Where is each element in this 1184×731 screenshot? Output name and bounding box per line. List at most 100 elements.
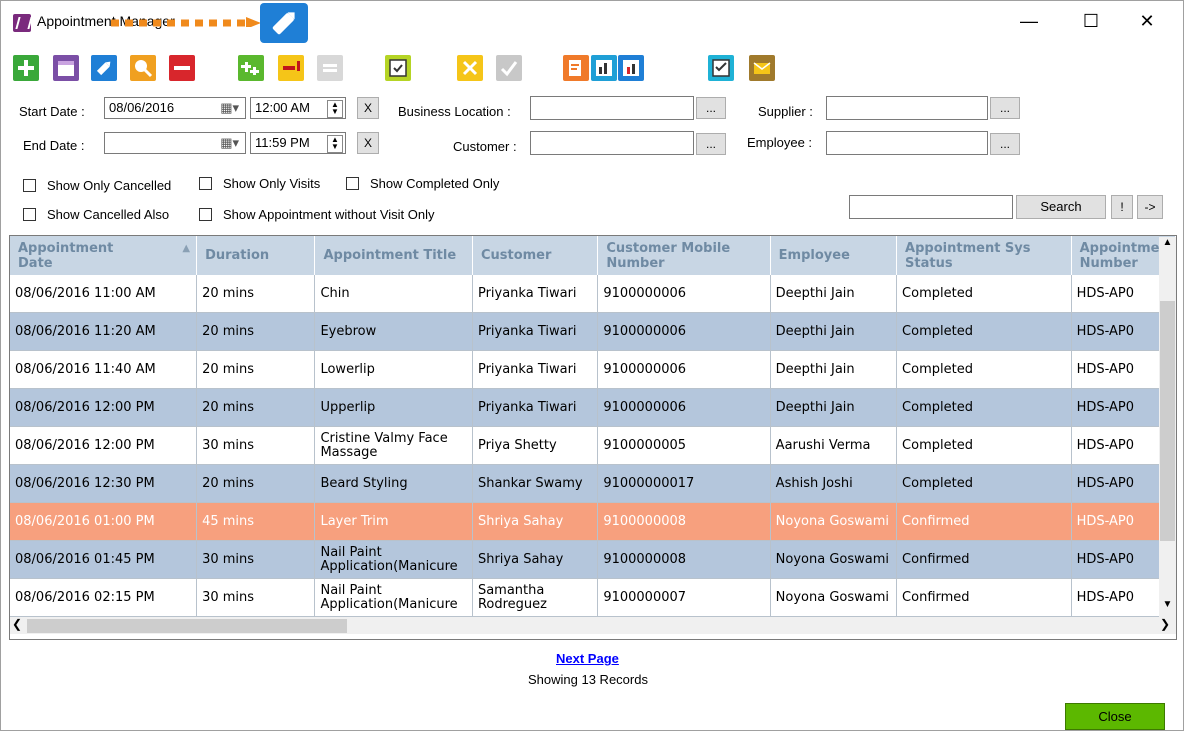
cell-title: Beard Styling [314,464,473,503]
cell-mobile: 9100000006 [597,312,771,351]
end-date-picker[interactable]: ▦▾ [104,132,246,154]
vertical-scroll-thumb[interactable] [1160,301,1175,541]
time-spinner-icon[interactable]: ▲ ▼ [327,100,343,118]
grid-body: 08/06/2016 11:00 AM 20 mins Chin Priyanka T… [10,275,1176,617]
sort-asc-icon: ▲ [182,242,191,254]
col-employee[interactable]: Employee [770,236,898,275]
cell-employee: Deepthi Jain [770,312,898,351]
horizontal-scroll-thumb[interactable] [27,619,347,633]
cell-status: Confirmed [896,540,1072,579]
col-customer-mobile[interactable]: Customer Mobile Number [597,236,771,275]
cell-employee: Noyona Goswami [770,502,898,541]
table-row[interactable]: 08/06/2016 12:00 PM 30 mins Cristine Valmy… [10,426,1176,465]
cell-title: Layer Trim [314,502,473,541]
scroll-up-icon[interactable]: ▲ [1159,237,1176,248]
confirm-button[interactable] [496,55,522,81]
table-row[interactable]: 08/06/2016 12:00 PM 20 mins Upperlip Priyan… [10,388,1176,427]
equals-button[interactable] [317,55,343,81]
search-button[interactable] [130,55,156,81]
supplier-field[interactable] [826,96,988,120]
table-row[interactable]: 08/06/2016 02:15 PM 30 mins Nail Paint App… [10,578,1176,617]
appointments-table: Appointment Date ▲ Duration Appointment T… [10,236,1176,617]
cell-mobile: 9100000007 [597,578,771,617]
cell-customer: Priyanka Tiwari [472,388,599,427]
cell-duration: 20 mins [196,388,316,427]
notes-icon [569,60,581,76]
show-completed-only-checkbox[interactable] [346,177,359,190]
search-submit-button[interactable]: Search [1016,195,1106,219]
email-button[interactable] [749,55,775,81]
cell-date: 08/06/2016 12:00 PM [10,426,198,465]
show-only-visits-label: Show Only Visits [223,176,321,191]
maximize-button[interactable]: ☐ [1069,9,1113,33]
calendar-check-button[interactable] [385,55,411,81]
table-row[interactable]: 08/06/2016 11:40 AM 20 mins Lowerlip Priyan… [10,350,1176,389]
start-time-picker[interactable]: 12:00 AM ▲ ▼ [250,97,346,119]
table-row[interactable]: 08/06/2016 12:30 PM 20 mins Beard Styling S… [10,464,1176,503]
end-time-picker[interactable]: 11:59 PM ▲ ▼ [250,132,346,154]
delete-button[interactable] [169,55,195,81]
records-count: Showing 13 Records [528,672,648,687]
show-cancelled-also-checkbox[interactable] [23,208,36,221]
calendar-button[interactable] [53,55,79,81]
callout-arrow-icon [111,17,261,27]
add-item-button[interactable] [238,55,264,81]
col-customer[interactable]: Customer [472,236,599,275]
cell-date: 08/06/2016 11:40 AM [10,350,198,389]
calendar-dropdown-icon: ▦▾ [220,100,239,115]
search-input[interactable] [849,195,1013,219]
add-item-icon [241,62,259,75]
scroll-left-icon[interactable]: ❮ [12,617,22,631]
staff-chart-button[interactable] [618,55,644,81]
add-button[interactable] [13,55,39,81]
cancel-appointment-button[interactable] [457,55,483,81]
checklist-button[interactable] [708,55,734,81]
chart-button[interactable] [591,55,617,81]
clear-start-button[interactable]: X [357,97,379,119]
table-row[interactable]: 08/06/2016 01:45 PM 30 mins Nail Paint App… [10,540,1176,579]
business-location-browse-button[interactable]: ... [696,97,726,119]
col-duration[interactable]: Duration [196,236,316,275]
col-sys-status[interactable]: Appointment Sys Status [896,236,1072,275]
cell-mobile: 9100000006 [597,350,771,389]
next-arrow-button[interactable]: -> [1137,195,1163,219]
table-row[interactable]: 08/06/2016 11:20 AM 20 mins Eyebrow Priyank… [10,312,1176,351]
edit-icon [96,61,111,76]
cell-title: Upperlip [314,388,473,427]
scroll-right-icon[interactable]: ❯ [1160,617,1170,631]
minimize-button[interactable]: — [1007,9,1051,33]
cell-mobile: 9100000005 [597,426,771,465]
col-appointment-title[interactable]: Appointment Title [314,236,473,275]
start-date-picker[interactable]: 08/06/2016 ▦▾ [104,97,246,119]
employee-field[interactable] [826,131,988,155]
notes-button[interactable] [563,55,589,81]
cell-status: Completed [896,275,1072,313]
business-location-field[interactable] [530,96,694,120]
table-row[interactable]: 08/06/2016 11:00 AM 20 mins Chin Priyanka T… [10,275,1176,313]
staff-chart-icon [623,60,639,76]
cell-date: 08/06/2016 01:45 PM [10,540,198,579]
close-button[interactable]: Close [1065,703,1165,730]
scroll-down-icon[interactable]: ▼ [1160,599,1175,610]
remove-item-button[interactable] [278,55,304,81]
table-row[interactable]: 08/06/2016 01:00 PM 45 mins Layer Trim Shri… [10,502,1176,541]
show-only-visits-checkbox[interactable] [199,177,212,190]
start-date-label: Start Date : [19,104,85,119]
supplier-browse-button[interactable]: ... [990,97,1020,119]
time-spinner-icon[interactable]: ▲ ▼ [327,135,343,153]
cell-duration: 20 mins [196,275,316,313]
show-only-cancelled-checkbox[interactable] [23,179,36,192]
show-appt-without-visit-checkbox[interactable] [199,208,212,221]
clear-end-button[interactable]: X [357,132,379,154]
col-appointment-date[interactable]: Appointment Date ▲ [10,236,198,275]
cell-status: Completed [896,426,1072,465]
bang-button[interactable]: ! [1111,195,1133,219]
customer-browse-button[interactable]: ... [696,133,726,155]
customer-field[interactable] [530,131,694,155]
edit-button[interactable] [91,55,117,81]
close-window-button[interactable]: ✕ [1125,9,1169,33]
next-page-link[interactable]: Next Page [556,651,619,666]
toolbar [1,55,801,85]
employee-browse-button[interactable]: ... [990,133,1020,155]
cell-title: Eyebrow [314,312,473,351]
